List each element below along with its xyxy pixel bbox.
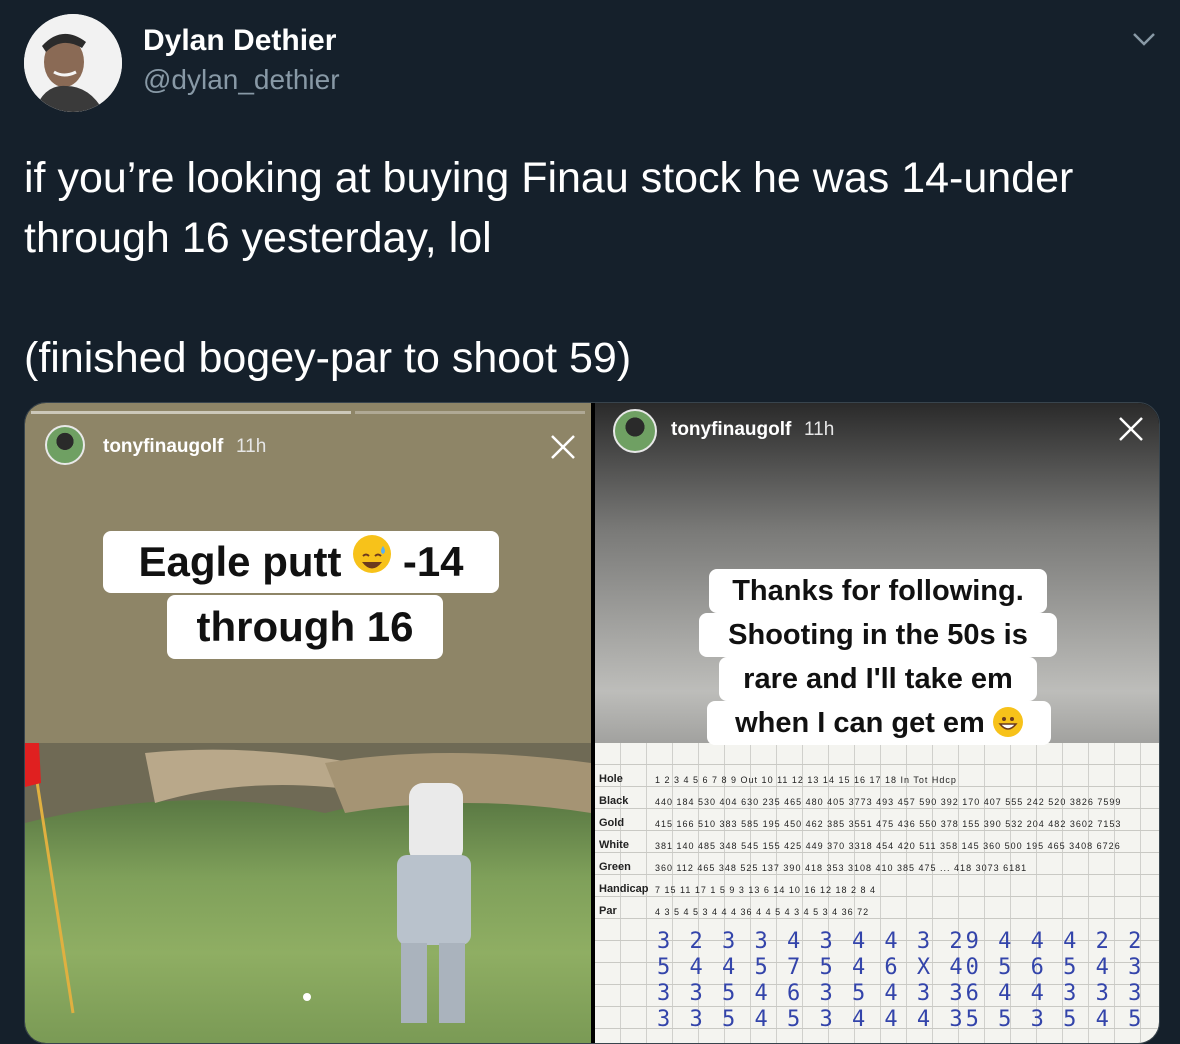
close-icon[interactable] bbox=[1117, 415, 1145, 443]
story-avatar[interactable] bbox=[45, 425, 85, 465]
story-caption-line: Shooting in the 50s is bbox=[699, 613, 1057, 657]
story-progress-bar bbox=[31, 411, 351, 414]
scorecard-row: 4 3 5 4 5 3 4 4 4 36 4 4 5 4 3 4 5 3 4 3… bbox=[655, 907, 870, 917]
scorecard-label: Gold bbox=[599, 817, 625, 829]
caption-text: Eagle putt bbox=[138, 538, 342, 585]
golf-green-photo bbox=[25, 742, 591, 1043]
scorecard-row: 1 2 3 4 5 6 7 8 9 Out 10 11 12 13 14 15 … bbox=[655, 775, 957, 785]
sweat-smile-emoji-icon bbox=[353, 535, 392, 573]
scorecard-row: 7 15 11 17 1 5 9 3 13 6 14 10 16 12 18 2… bbox=[655, 885, 876, 895]
avatar-photo bbox=[24, 14, 122, 112]
story-image-left[interactable]: tonyfinaugolf 11h Eagle putt -14 through… bbox=[25, 403, 591, 1043]
handwritten-score: 5 4 4 5 7 5 4 6 X 40 5 6 5 4 3 5 4 4 6 4… bbox=[657, 955, 1159, 980]
scorecard-row: 381 140 485 348 545 155 425 449 370 3318… bbox=[655, 841, 1121, 851]
handwritten-score: 3 3 5 4 5 3 4 4 4 35 5 3 5 4 5 3 4 3 4 3… bbox=[657, 1007, 1159, 1032]
scorecard-label: Par bbox=[599, 905, 617, 917]
story-caption-line2: through 16 bbox=[167, 595, 443, 659]
close-icon[interactable] bbox=[549, 433, 577, 461]
story-progress-bar-remaining bbox=[355, 411, 585, 414]
scorecard-label: Black bbox=[599, 795, 629, 807]
chevron-down-icon[interactable] bbox=[1128, 26, 1160, 52]
story-caption-line1: Eagle putt -14 bbox=[103, 531, 499, 593]
story-caption-line: rare and I'll take em bbox=[719, 657, 1037, 701]
scorecard-row: 415 166 510 383 585 195 450 462 385 3551… bbox=[655, 819, 1122, 829]
scorecard-label: Hole bbox=[599, 773, 623, 785]
author-avatar[interactable] bbox=[24, 14, 122, 112]
author-handle[interactable]: @dylan_dethier bbox=[143, 64, 340, 96]
scorecard-label: Green bbox=[599, 861, 631, 873]
story-time: 11h bbox=[236, 436, 267, 457]
story-image-right[interactable]: tonyfinaugolf 11h Hole Black Gold White … bbox=[595, 403, 1159, 1043]
handwritten-score: 3 3 5 4 6 3 5 4 3 36 4 4 3 3 3 4 5 3 4 3… bbox=[657, 981, 1159, 1006]
story-time: 11h bbox=[804, 419, 835, 440]
handwritten-score: 3 2 3 3 4 3 4 4 3 29 4 4 4 2 2 3 3 4 4 3… bbox=[657, 929, 1159, 954]
story-caption-line4: when I can get em bbox=[707, 701, 1051, 745]
story-avatar[interactable] bbox=[613, 409, 657, 453]
caption-score: -14 bbox=[402, 538, 464, 585]
story-username[interactable]: tonyfinaugolf bbox=[103, 436, 223, 458]
author-name[interactable]: Dylan Dethier bbox=[143, 24, 336, 58]
tweet-media[interactable]: tonyfinaugolf 11h Eagle putt -14 through… bbox=[24, 402, 1160, 1044]
scorecard-row: 440 184 530 404 630 235 465 480 405 3773… bbox=[655, 797, 1122, 807]
golf-scorecard: Hole Black Gold White Green Handicap Par… bbox=[595, 743, 1159, 1043]
grin-emoji-icon bbox=[992, 707, 1023, 737]
story-username[interactable]: tonyfinaugolf bbox=[671, 419, 791, 441]
scorecard-label: Handicap bbox=[599, 883, 649, 895]
caption-text: when I can get em bbox=[735, 707, 985, 739]
story-caption-line: Thanks for following. bbox=[709, 569, 1047, 613]
scorecard-label: White bbox=[599, 839, 629, 851]
tweet-text: if you’re looking at buying Finau stock … bbox=[24, 154, 1074, 382]
scorecard-row: 360 112 465 348 525 137 390 418 353 3108… bbox=[655, 863, 1028, 873]
